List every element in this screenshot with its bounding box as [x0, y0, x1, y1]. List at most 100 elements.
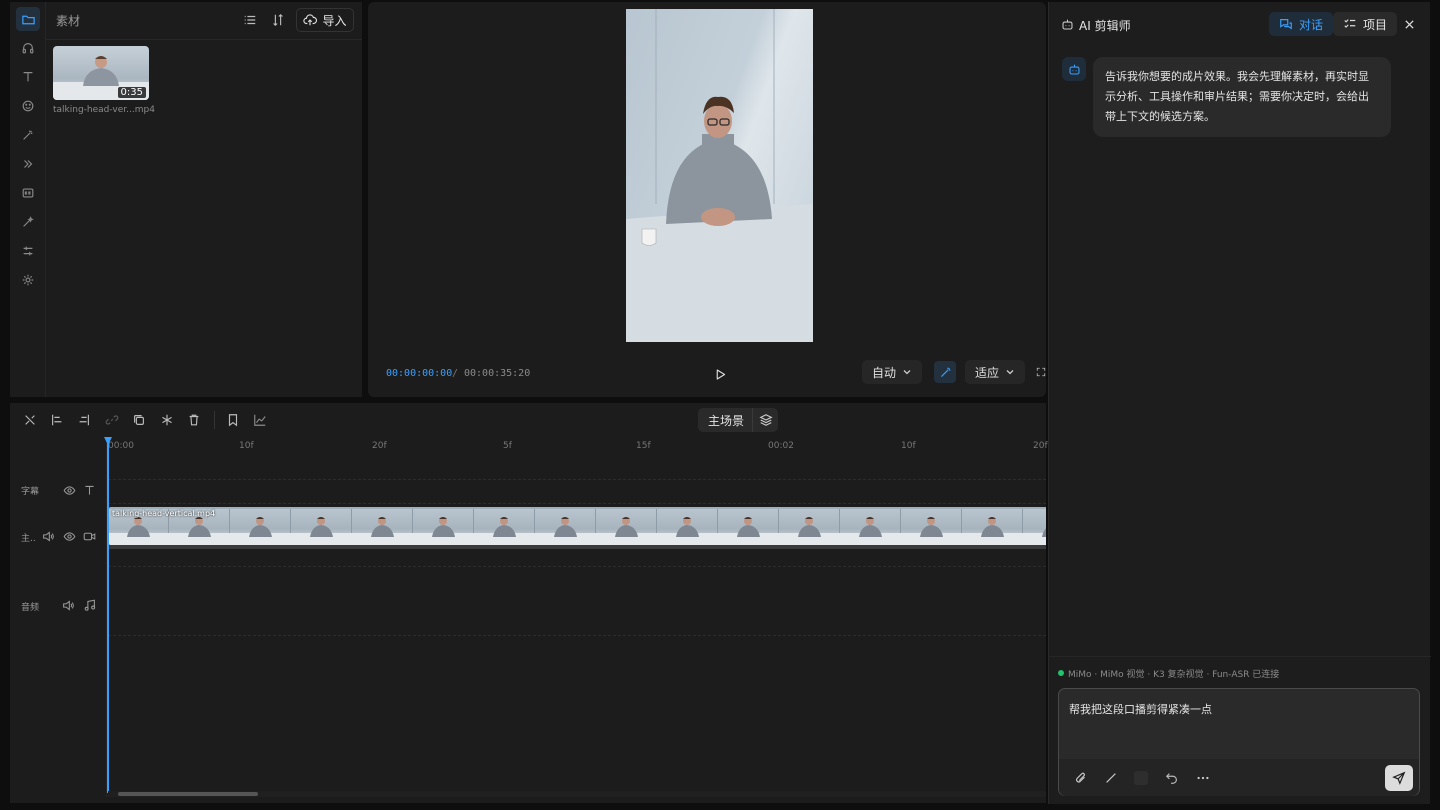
playhead-handle[interactable] [104, 437, 112, 445]
connection-status-dot [1058, 670, 1064, 676]
track-separator [108, 635, 1046, 636]
filmstrip-frame [352, 509, 413, 545]
eye-icon[interactable] [61, 528, 77, 544]
video-camera-icon [81, 528, 97, 544]
copy-icon[interactable] [130, 411, 148, 429]
video-preview-frame[interactable] [626, 9, 813, 342]
transition-icon[interactable] [16, 152, 40, 176]
media-clip-name: talking-head-ver...mp4 [53, 105, 155, 115]
curve-chart-icon[interactable] [251, 411, 269, 429]
close-icon[interactable] [1400, 15, 1418, 33]
playhead[interactable] [107, 437, 109, 793]
scene-switcher[interactable]: 主场景 [698, 408, 779, 432]
scene-label: 主场景 [708, 413, 745, 428]
sort-icon[interactable] [270, 12, 286, 28]
chat-input-text[interactable]: 帮我把这段口播剪得紧凑一点 [1069, 701, 1212, 717]
ruler-tick: 5f [503, 441, 512, 451]
text-icon[interactable] [16, 65, 40, 89]
sticker-icon[interactable] [16, 94, 40, 118]
quality-dropdown[interactable]: 自动 [862, 360, 923, 384]
left-tool-rail [10, 2, 46, 397]
filmstrip-frame [291, 509, 352, 545]
music-note-icon [81, 597, 97, 613]
tab-chat[interactable]: 对话 [1269, 12, 1334, 36]
fit-dropdown[interactable]: 适应 [965, 360, 1026, 384]
media-panel: 素材 导入 0:35 talking-head-ver...mp4 [46, 2, 362, 397]
ruler-tick: 00:02 [768, 441, 794, 451]
subtitle-track-label: 字幕 [21, 487, 40, 497]
bookmark-icon[interactable] [224, 411, 242, 429]
filmstrip-frame [657, 509, 718, 545]
chat-input-box[interactable]: 帮我把这段口播剪得紧凑一点 [1058, 688, 1420, 796]
ai-panel-title: AI 剪辑师 [1079, 19, 1131, 33]
preview-panel: 00:00:00:00 / 00:00:35:20 自动 适应 [368, 2, 1046, 397]
ruler-tick: 10f [901, 441, 916, 451]
filmstrip-frame [413, 509, 474, 545]
timeline-panel: 主场景 00:00 10f 20f 5f 15f 00:02 10f 20f 字… [10, 403, 1048, 803]
clip-name: talking-head-vertical.mp4 [112, 509, 216, 518]
align-right-icon[interactable] [75, 411, 93, 429]
link-icon[interactable] [103, 411, 121, 429]
filmstrip-frame [535, 509, 596, 545]
more-options-icon[interactable] [1194, 769, 1212, 787]
magic-icon[interactable] [16, 210, 40, 234]
slash-command-icon[interactable] [1102, 769, 1120, 787]
tab-project[interactable]: 项目 [1333, 12, 1398, 36]
total-timecode: 00:00:35:20 [464, 368, 531, 379]
settings-gear-icon[interactable] [16, 268, 40, 292]
paperclip-icon[interactable] [1072, 769, 1090, 787]
import-button[interactable]: 导入 [296, 8, 354, 32]
tab-project-label: 项目 [1363, 17, 1388, 32]
filmstrip-frame [901, 509, 962, 545]
chat-bubbles-icon [1279, 17, 1293, 31]
play-button[interactable] [711, 365, 729, 383]
magic-wand-icon[interactable] [934, 361, 956, 383]
align-left-icon[interactable] [48, 411, 66, 429]
cloud-upload-icon [303, 13, 318, 27]
captions-icon[interactable] [16, 181, 40, 205]
eye-icon[interactable] [61, 482, 77, 498]
filmstrip-frame [962, 509, 1023, 545]
clip-duration-badge: 0:35 [117, 87, 146, 98]
robot-icon [1059, 16, 1075, 32]
ruler-tick: 10f [239, 441, 254, 451]
undo-icon[interactable] [1163, 769, 1181, 787]
volume-icon[interactable] [40, 528, 56, 544]
clip-audio-strip [108, 545, 1046, 549]
chevron-down-icon [902, 367, 912, 377]
delete-trash-icon[interactable] [185, 411, 203, 429]
scrollbar-thumb[interactable] [118, 792, 258, 796]
send-button[interactable] [1385, 765, 1413, 791]
timecode-separator: / [452, 368, 459, 379]
fit-label: 适应 [975, 365, 1000, 380]
adjust-sliders-icon[interactable] [16, 239, 40, 263]
clip-filmstrip [108, 509, 1046, 545]
timeline-scrollbar[interactable] [108, 791, 1046, 797]
filmstrip-frame [779, 509, 840, 545]
effects-wand-icon[interactable] [16, 123, 40, 147]
filmstrip-frame [596, 509, 657, 545]
list-view-icon[interactable] [242, 12, 258, 28]
filmstrip-frame [230, 509, 291, 545]
ai-editor-panel: AI 剪辑师 对话 项目 告诉我你想要的成片效果。我会先理解素材，再实时显示分析… [1048, 2, 1431, 804]
media-clip-thumbnail[interactable]: 0:35 [53, 46, 149, 100]
fullscreen-icon[interactable] [1036, 364, 1046, 380]
freeze-icon[interactable] [158, 411, 176, 429]
text-track-icon [81, 482, 97, 498]
toolbar-divider [214, 411, 215, 429]
main-video-clip[interactable]: talking-head-vertical.mp4 [108, 507, 1046, 545]
headphones-icon[interactable] [16, 36, 40, 60]
volume-icon[interactable] [60, 597, 76, 613]
tab-chat-label: 对话 [1299, 17, 1324, 32]
layers-icon[interactable] [752, 408, 778, 432]
filmstrip-frame [718, 509, 779, 545]
filmstrip-frame [1023, 509, 1046, 545]
folder-icon[interactable] [16, 7, 40, 31]
disabled-icon [1134, 771, 1148, 785]
split-icon[interactable] [21, 411, 39, 429]
assistant-message: 告诉我你想要的成片效果。我会先理解素材，再实时显示分析、工具操作和审片结果；需要… [1093, 57, 1391, 137]
ruler-tick: 20f [372, 441, 387, 451]
connection-status: MiMo · MiMo 视觉 · K3 复杂视觉 · Fun-ASR 已连接 [1068, 670, 1280, 680]
divider [1049, 656, 1431, 657]
media-panel-title: 素材 [56, 14, 81, 28]
